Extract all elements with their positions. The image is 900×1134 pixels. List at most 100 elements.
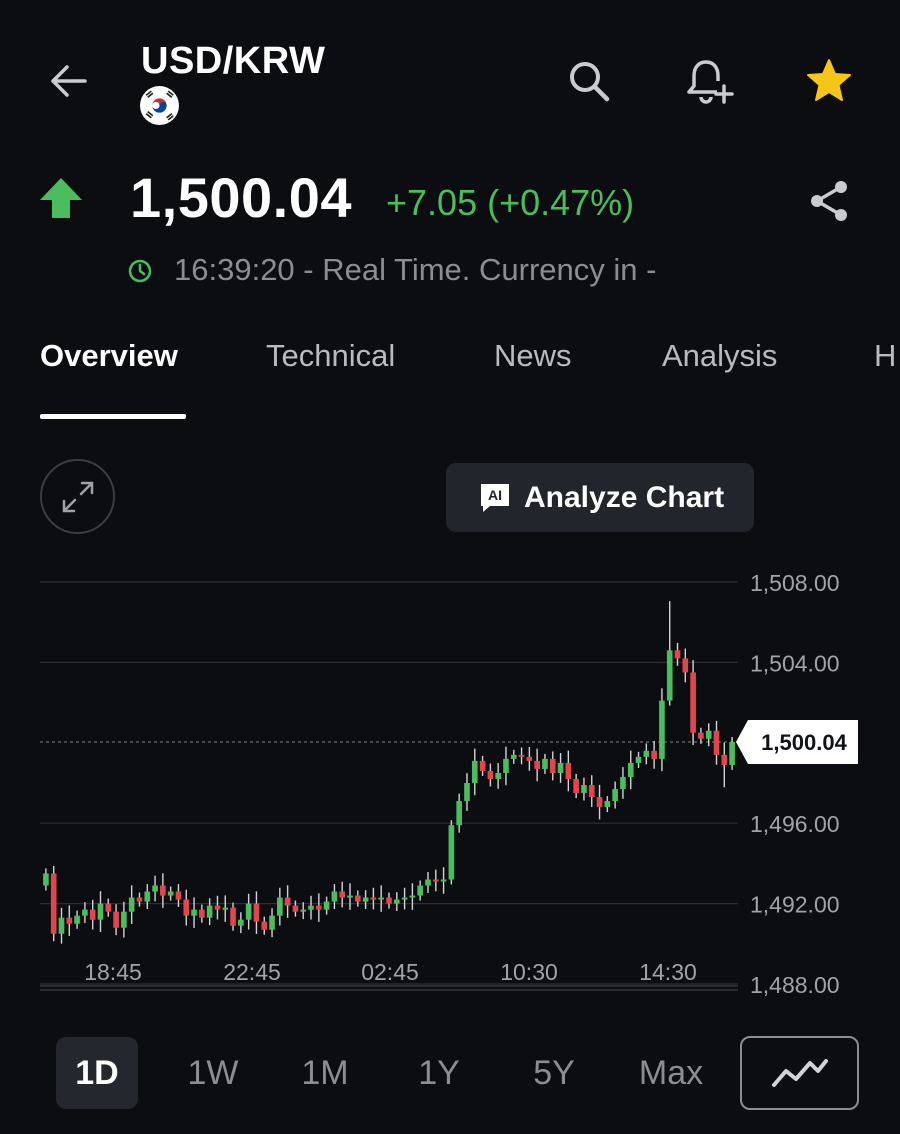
candle-body <box>222 907 229 910</box>
range-max-button[interactable]: Max <box>624 1037 718 1109</box>
candle-body <box>729 741 735 765</box>
y-tick-label: 1,508.00 <box>750 570 840 596</box>
share-icon <box>811 181 847 221</box>
x-tick-label: 18:45 <box>84 959 142 985</box>
candle-body <box>581 785 587 794</box>
candle-body <box>440 879 447 882</box>
candle-body <box>620 776 626 790</box>
candle-body <box>50 873 57 934</box>
candle-body <box>635 756 642 763</box>
y-tick-label: 1,504.00 <box>750 650 840 676</box>
candle-body <box>331 891 338 902</box>
price-chart[interactable]: 1,508.00 1,504.00 1,496.00 1,492.00 1,488.00… <box>0 560 900 1000</box>
range-1d-button[interactable]: 1D <box>56 1037 138 1109</box>
candle-body <box>549 758 556 773</box>
candle-body <box>214 905 221 910</box>
candle-body <box>82 909 88 916</box>
candle-body <box>347 895 353 898</box>
candle-body <box>292 905 299 912</box>
candle-body <box>573 778 579 794</box>
candle-body <box>167 891 174 896</box>
candle-body <box>43 873 49 886</box>
y-tick-label: 1,496.00 <box>750 811 840 837</box>
tab-news[interactable]: News <box>494 338 572 374</box>
tab-technical[interactable]: Technical <box>266 338 395 374</box>
candle-body <box>542 758 548 769</box>
range-1m-button[interactable]: 1M <box>284 1037 366 1109</box>
candle-body <box>417 885 423 896</box>
candle-body <box>378 897 385 900</box>
candle-body <box>588 785 595 798</box>
candle-body <box>682 658 689 673</box>
x-tick-label: 10:30 <box>500 959 558 985</box>
favorite-button[interactable] <box>796 48 862 114</box>
candle-body <box>284 897 291 906</box>
chart-type-button[interactable] <box>740 1036 859 1110</box>
current-price-label: 1,500.04 <box>761 730 847 755</box>
candle-body <box>121 911 127 928</box>
candle-body <box>401 897 408 900</box>
candle-body <box>534 760 540 769</box>
expand-chart-button[interactable] <box>40 459 115 534</box>
add-alert-button[interactable] <box>676 48 742 114</box>
candle-body <box>144 891 151 902</box>
candle-body <box>175 891 182 900</box>
candle-body <box>66 917 73 924</box>
clock-icon <box>127 258 153 284</box>
range-1w-button[interactable]: 1W <box>172 1037 254 1109</box>
candle-body <box>666 650 673 701</box>
quote-time-status: 16:39:20 - Real Time. Currency in - <box>174 252 657 287</box>
candle-body <box>238 919 244 926</box>
candle-body <box>206 905 213 918</box>
candle-body <box>355 895 361 902</box>
analyze-chart-button[interactable]: AI Analyze Chart <box>446 463 754 532</box>
south-korea-flag-icon <box>139 85 180 126</box>
candle-body <box>651 750 657 759</box>
tab-analysis[interactable]: Analysis <box>662 338 777 374</box>
search-button[interactable] <box>556 48 622 114</box>
candle-body <box>339 891 346 898</box>
candle-body <box>510 754 517 759</box>
candle-body <box>128 897 135 912</box>
ai-badge-text: AI <box>488 487 502 503</box>
range-1y-button[interactable]: 1Y <box>398 1037 480 1109</box>
range-5y-button[interactable]: 5Y <box>513 1037 595 1109</box>
candle-body <box>316 905 322 910</box>
candle-body <box>612 789 618 802</box>
candle-body <box>393 899 400 904</box>
candle-body <box>277 897 283 916</box>
back-button[interactable] <box>34 50 104 112</box>
tab-overview[interactable]: Overview <box>40 338 178 374</box>
candle-body <box>386 897 392 904</box>
candle-body <box>627 762 634 777</box>
candle-body <box>261 921 268 930</box>
candle-body <box>74 915 80 924</box>
candle-body <box>518 754 525 757</box>
candle-body <box>487 770 494 779</box>
price-up-arrow-icon <box>38 176 84 220</box>
last-price: 1,500.04 <box>130 166 352 229</box>
instrument-title: USD/KRW <box>141 40 326 82</box>
y-tick-label: 1,488.00 <box>750 972 840 998</box>
candle-body <box>705 730 712 739</box>
candle-body <box>565 762 572 779</box>
x-tick-label: 02:45 <box>361 959 419 985</box>
share-button[interactable] <box>796 168 862 234</box>
candle-body <box>253 903 260 922</box>
back-arrow-icon <box>51 65 87 97</box>
bell-plus-icon <box>687 60 734 104</box>
tab-h[interactable]: H <box>874 338 896 374</box>
line-chart-icon <box>771 1059 828 1087</box>
candle-body <box>230 907 236 926</box>
active-tab-indicator <box>40 414 186 419</box>
candle-body <box>136 897 143 902</box>
candle-body <box>191 909 197 916</box>
candle-body <box>698 732 704 739</box>
candle-body <box>97 903 104 920</box>
candle-body <box>58 917 65 934</box>
y-tick-label: 1,492.00 <box>750 892 840 918</box>
candle-body <box>659 700 665 759</box>
candle-body <box>362 897 369 902</box>
price-change: +7.05 (+0.47%) <box>386 182 635 223</box>
candle-body <box>643 750 650 757</box>
